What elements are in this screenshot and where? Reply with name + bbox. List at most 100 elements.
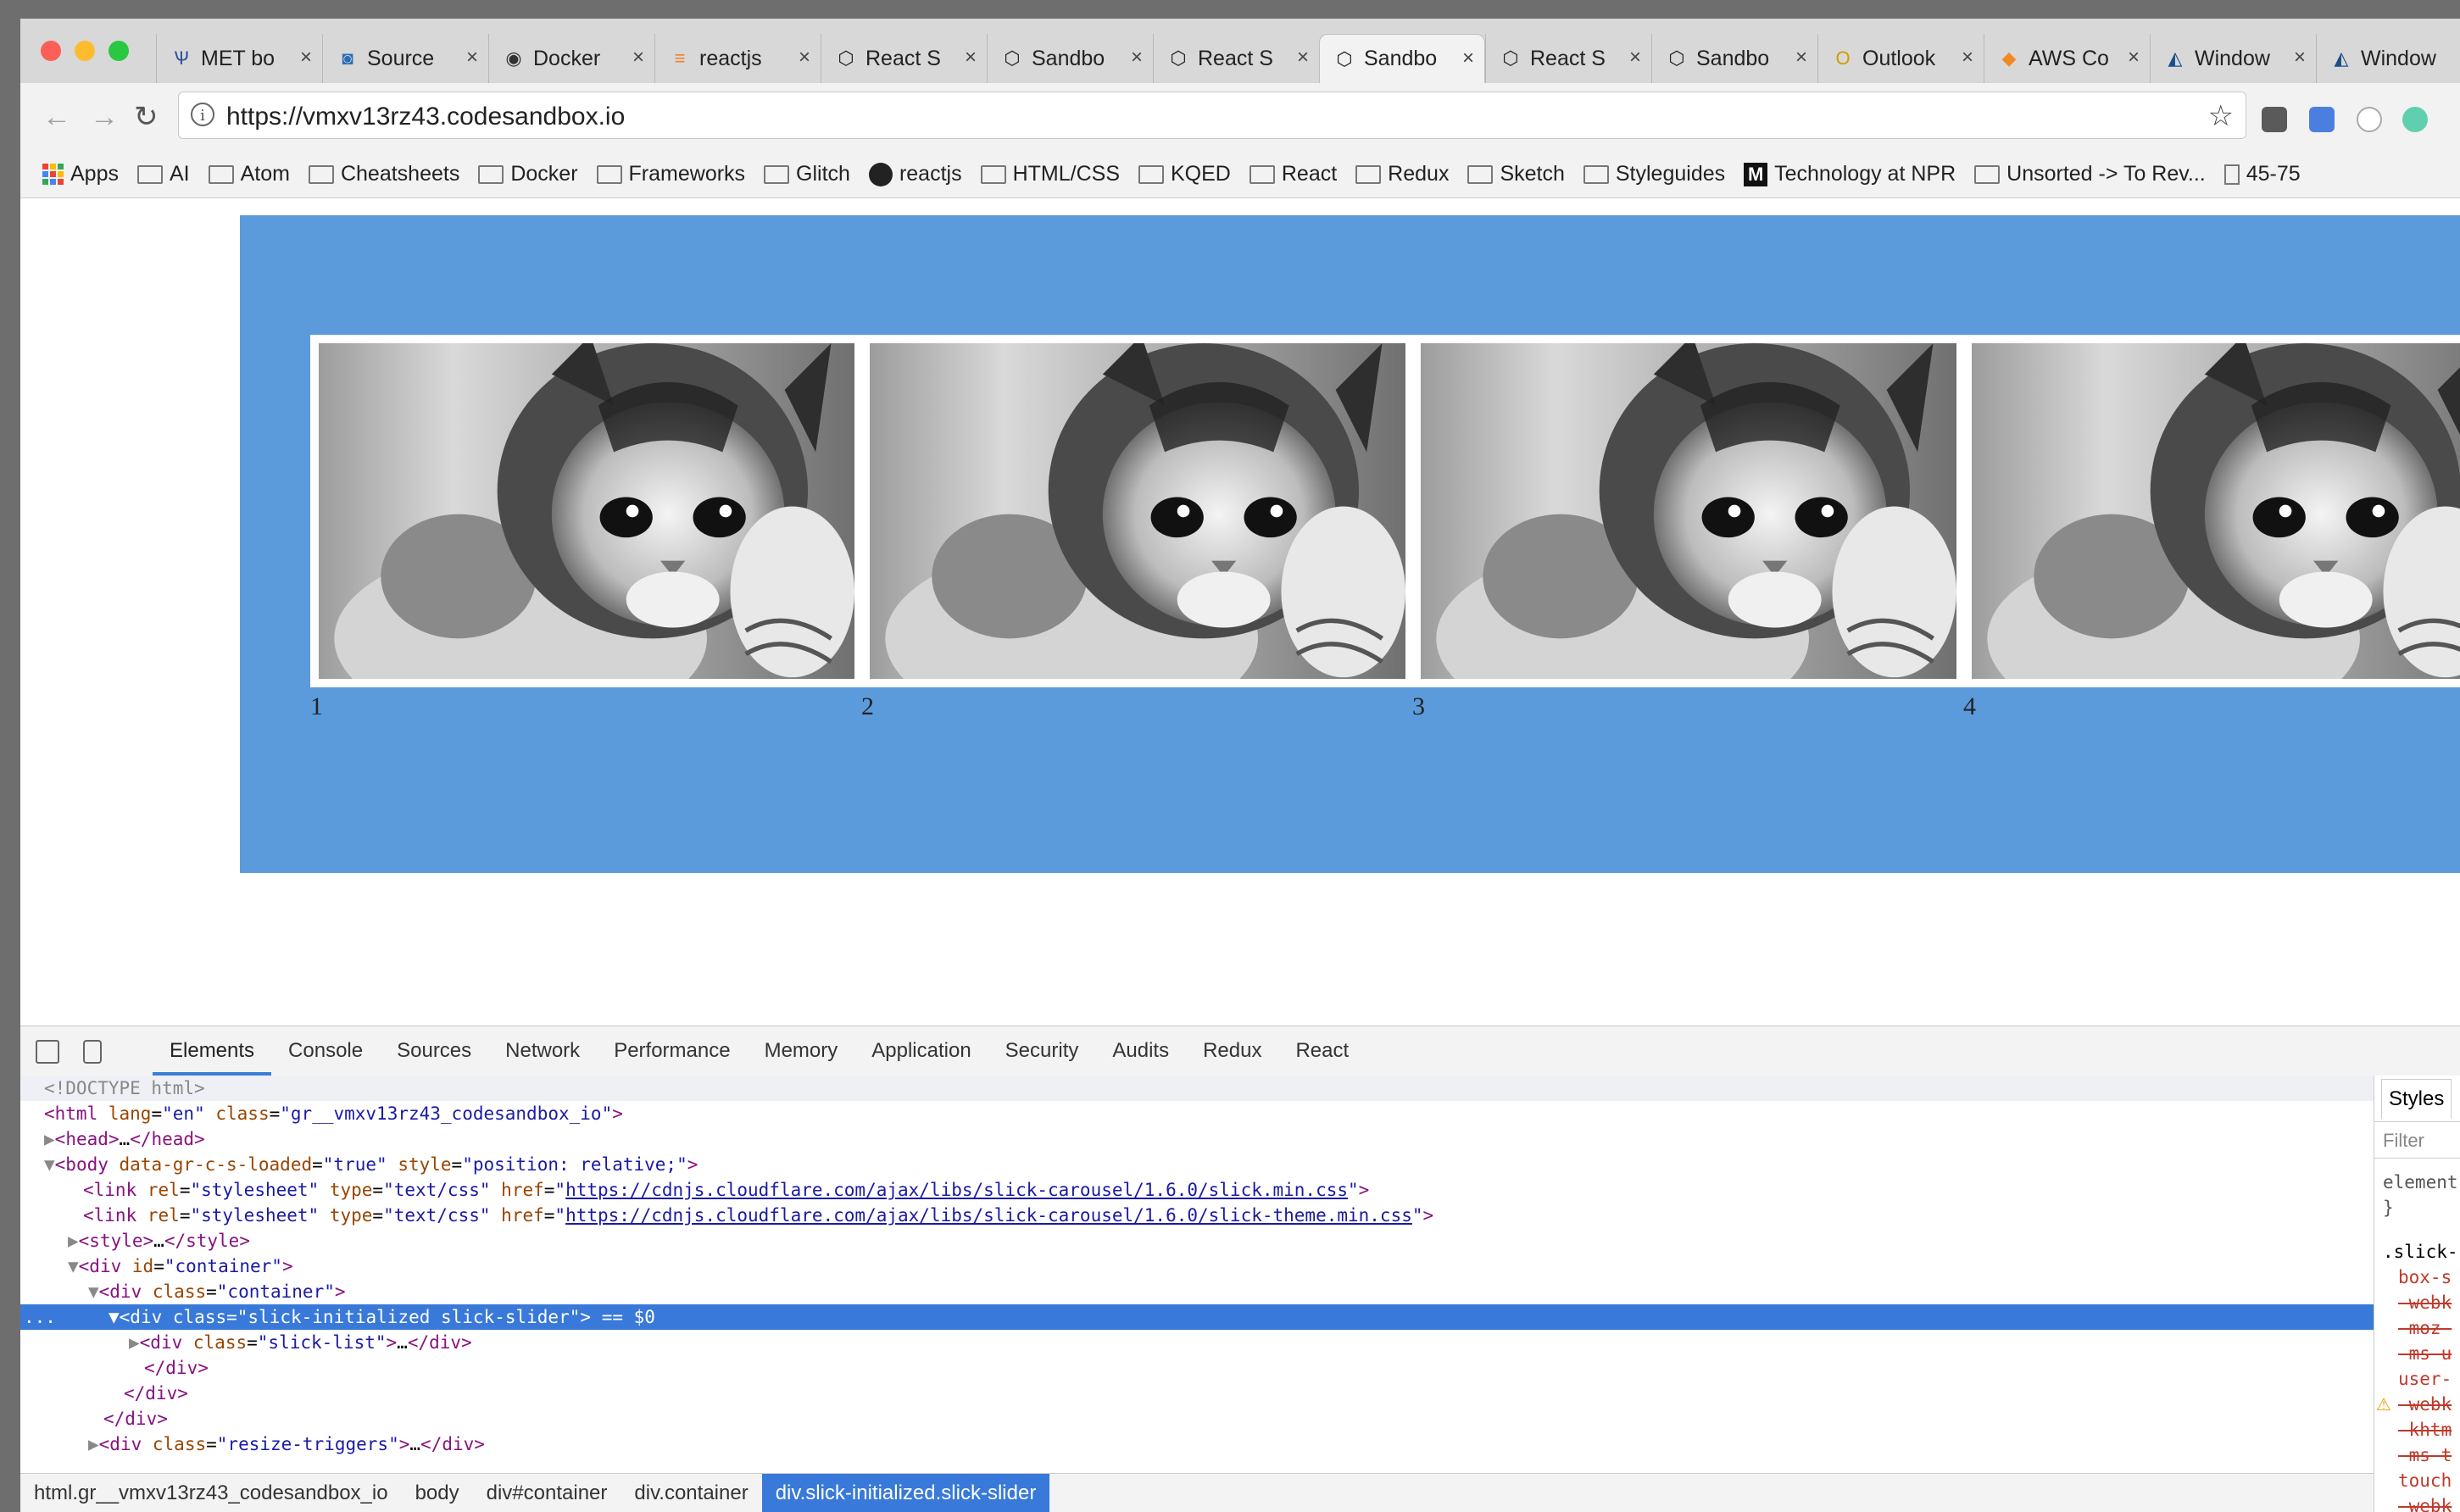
bookmark-star-icon[interactable]: ☆ bbox=[2208, 99, 2234, 133]
profile-avatar-icon[interactable] bbox=[2402, 107, 2428, 132]
close-tab-icon[interactable]: × bbox=[1131, 46, 1143, 69]
dom-line-html[interactable]: <html lang="en" class="gr__vmxv13rz43_co… bbox=[20, 1101, 2374, 1126]
reload-icon[interactable]: ↻ bbox=[134, 100, 159, 134]
bookmark-item[interactable]: Unsorted -> To Rev... bbox=[1974, 162, 2206, 186]
bookmark-item[interactable]: KQED bbox=[1138, 162, 1231, 186]
close-tab-icon[interactable]: × bbox=[466, 46, 478, 69]
dom-line-link2[interactable]: <link rel="stylesheet" type="text/css" h… bbox=[20, 1203, 2374, 1228]
style-rule-line[interactable]: touch bbox=[2398, 1470, 2452, 1491]
dom-line-close-div[interactable]: </div> bbox=[20, 1406, 2374, 1431]
bookmark-item[interactable]: Apps bbox=[42, 162, 119, 186]
slide[interactable]: 4 bbox=[1963, 335, 2460, 721]
bookmark-item[interactable]: Styleguides bbox=[1583, 162, 1725, 186]
slick-slider[interactable]: 1 2 3 4 bbox=[310, 335, 2460, 720]
browser-tab[interactable]: ⬡ React S × bbox=[821, 34, 987, 83]
bookmark-item[interactable]: Redux bbox=[1355, 162, 1449, 186]
bookmark-item[interactable]: M Technology at NPR bbox=[1744, 162, 1956, 186]
back-icon[interactable]: ← bbox=[42, 100, 71, 134]
zoom-window-button[interactable] bbox=[109, 41, 129, 61]
close-tab-icon[interactable]: × bbox=[1297, 46, 1309, 69]
devtools-tab[interactable]: Redux bbox=[1186, 1026, 1278, 1076]
browser-tab[interactable]: Ѱ MET bo × bbox=[156, 34, 322, 83]
style-rule-line[interactable]: -webk bbox=[2398, 1292, 2452, 1313]
close-tab-icon[interactable]: × bbox=[2128, 46, 2140, 69]
breadcrumb-item[interactable]: html.gr__vmxv13rz43_codesandbox_io bbox=[20, 1474, 402, 1512]
breadcrumb-item[interactable]: div.container bbox=[621, 1474, 761, 1512]
close-tab-icon[interactable]: × bbox=[2294, 46, 2306, 69]
device-toolbar-icon[interactable] bbox=[83, 1040, 102, 1064]
dom-line-close-div[interactable]: </div> bbox=[20, 1355, 2374, 1381]
breadcrumb-item[interactable]: div.slick-initialized.slick-slider bbox=[761, 1474, 1050, 1512]
minimize-window-button[interactable] bbox=[75, 41, 95, 61]
forward-icon[interactable]: → bbox=[90, 100, 119, 134]
breadcrumb-item[interactable]: body bbox=[402, 1474, 473, 1512]
close-window-button[interactable] bbox=[41, 41, 61, 61]
browser-tab[interactable]: ⬡ Sandbo × bbox=[1319, 34, 1485, 83]
bookmark-item[interactable]: Docker bbox=[478, 162, 578, 186]
close-tab-icon[interactable]: × bbox=[1795, 46, 1807, 69]
style-rule-line[interactable]: -khtm bbox=[2398, 1420, 2452, 1440]
browser-tab[interactable]: ≡ reactjs × bbox=[654, 34, 821, 83]
browser-tab[interactable]: ◆ AWS Co × bbox=[1984, 34, 2150, 83]
dom-line-link1[interactable]: <link rel="stylesheet" type="text/css" h… bbox=[20, 1177, 2374, 1203]
browser-tab[interactable]: ◭ Window × bbox=[2150, 34, 2316, 83]
devtools-tab[interactable]: Memory bbox=[748, 1026, 855, 1076]
browser-tab[interactable]: ⬡ Sandbo × bbox=[1651, 34, 1817, 83]
link2-href[interactable]: https://cdnjs.cloudflare.com/ajax/libs/s… bbox=[565, 1205, 1412, 1226]
info-icon[interactable]: i bbox=[191, 103, 214, 126]
bookmark-item[interactable]: Glitch bbox=[764, 162, 850, 186]
extension-icon[interactable] bbox=[2357, 107, 2382, 132]
breadcrumb-item[interactable]: div#container bbox=[473, 1474, 621, 1512]
browser-tab[interactable]: ◙ Source × bbox=[322, 34, 488, 83]
style-rule-line[interactable]: user- bbox=[2398, 1369, 2452, 1389]
style-rule-line[interactable]: -ms-u bbox=[2398, 1343, 2452, 1364]
dom-line-container-id[interactable]: ▼<div id="container"> bbox=[20, 1254, 2374, 1279]
bookmark-item[interactable]: 45-75 bbox=[2223, 162, 2301, 186]
style-rule-line[interactable]: .slick- bbox=[2383, 1242, 2458, 1262]
close-tab-icon[interactable]: × bbox=[1629, 46, 1641, 69]
close-tab-icon[interactable]: × bbox=[1462, 47, 1474, 70]
evernote-extension-icon[interactable] bbox=[2262, 107, 2287, 132]
devtools-tab[interactable]: Sources bbox=[380, 1026, 488, 1076]
devtools-tab[interactable]: React bbox=[1278, 1026, 1366, 1076]
bookmark-item[interactable]: React bbox=[1249, 162, 1337, 186]
devtools-tab[interactable]: Security bbox=[988, 1026, 1096, 1076]
bookmark-item[interactable]: reactjs bbox=[868, 162, 962, 186]
style-rule-line[interactable]: element bbox=[2383, 1172, 2458, 1192]
dom-line-style[interactable]: ▶<style>…</style> bbox=[20, 1228, 2374, 1254]
close-tab-icon[interactable]: × bbox=[300, 46, 312, 69]
styles-tab[interactable]: Styles bbox=[2381, 1079, 2452, 1119]
link1-href[interactable]: https://cdnjs.cloudflare.com/ajax/libs/s… bbox=[565, 1180, 1348, 1200]
style-rule-line[interactable]: -ms-t bbox=[2398, 1445, 2452, 1465]
browser-tab[interactable]: O Outlook × bbox=[1817, 34, 1984, 83]
close-tab-icon[interactable]: × bbox=[799, 46, 810, 69]
devtools-tab[interactable]: Console bbox=[271, 1026, 380, 1076]
slide[interactable]: 1 bbox=[310, 335, 861, 721]
dom-line-close-div[interactable]: </div> bbox=[20, 1381, 2374, 1406]
style-rule-line[interactable]: box-s bbox=[2398, 1267, 2452, 1287]
style-rule-line[interactable]: -moz- bbox=[2398, 1318, 2452, 1338]
devtools-tab[interactable]: Performance bbox=[597, 1026, 747, 1076]
browser-tab[interactable]: ◉ Docker × bbox=[488, 34, 654, 83]
bookmark-item[interactable]: AI bbox=[136, 162, 190, 186]
style-rule-line[interactable]: -webk bbox=[2398, 1394, 2452, 1415]
close-tab-icon[interactable]: × bbox=[1962, 46, 1973, 69]
devtools-tab[interactable]: Application bbox=[854, 1026, 988, 1076]
dom-line-head[interactable]: ▶<head>…</head> bbox=[20, 1126, 2374, 1152]
dom-line-resize-triggers[interactable]: ▶<div class="resize-triggers">…</div> bbox=[20, 1431, 2374, 1457]
dom-line-slick-slider-selected[interactable]: ... ▼<div class="slick-initialized slick… bbox=[20, 1304, 2374, 1330]
bookmark-item[interactable]: Frameworks bbox=[596, 162, 745, 186]
url-text[interactable]: https://vmxv13rz43.codesandbox.io bbox=[226, 103, 625, 131]
devtools-tab[interactable]: Audits bbox=[1095, 1026, 1186, 1076]
browser-tab[interactable]: ⬡ React S × bbox=[1153, 34, 1319, 83]
browser-tab[interactable]: ⬡ React S × bbox=[1485, 34, 1651, 83]
slide[interactable]: 2 bbox=[861, 335, 1412, 721]
styles-filter-input[interactable]: Filter bbox=[2374, 1121, 2460, 1159]
slide[interactable]: 3 bbox=[1412, 335, 1963, 721]
style-rule-line[interactable]: } bbox=[2383, 1198, 2394, 1218]
bookmark-item[interactable]: Sketch bbox=[1467, 162, 1565, 186]
devtools-tab[interactable]: Network bbox=[488, 1026, 597, 1076]
devtools-tab[interactable]: Elements bbox=[153, 1026, 272, 1076]
address-bar[interactable]: i https://vmxv13rz43.codesandbox.io ☆ bbox=[178, 92, 2246, 139]
dom-line-container-class[interactable]: ▼<div class="container"> bbox=[20, 1279, 2374, 1304]
